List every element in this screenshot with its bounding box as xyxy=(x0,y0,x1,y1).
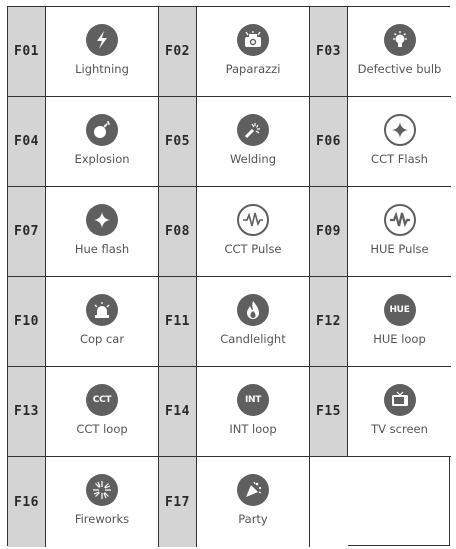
effect-cell-explosion[interactable]: Explosion xyxy=(46,97,159,187)
effect-code: F12 xyxy=(310,277,348,367)
effect-cell-cct-loop[interactable]: CCT CCT loop xyxy=(46,367,159,457)
effect-code: F09 xyxy=(310,187,348,277)
effect-code: F03 xyxy=(310,7,348,97)
effect-label: Welding xyxy=(229,152,277,166)
pulse-icon xyxy=(383,204,416,236)
effect-label: Party xyxy=(238,512,268,526)
effect-label: Paparazzi xyxy=(225,62,281,76)
lightning-icon xyxy=(86,24,118,56)
effect-cell-welding[interactable]: Welding xyxy=(197,97,310,187)
effect-label: Fireworks xyxy=(74,512,130,526)
effect-cell-cct-flash[interactable]: CCT Flash xyxy=(348,97,451,187)
effect-label: Cop car xyxy=(79,332,125,346)
effect-label: Explosion xyxy=(74,152,130,166)
flame-icon xyxy=(237,294,269,326)
cct-icon: CCT xyxy=(86,384,118,416)
effect-cell-cct-pulse[interactable]: CCT Pulse xyxy=(197,187,310,277)
effect-cell-int-loop[interactable]: INT INT loop xyxy=(197,367,310,457)
effect-cell-hue-pulse[interactable]: HUE Pulse xyxy=(348,187,451,277)
effect-cell-paparazzi[interactable]: Paparazzi xyxy=(197,7,310,97)
empty-cell xyxy=(310,457,348,547)
effect-code: F07 xyxy=(8,187,46,277)
effect-cell-defective-bulb[interactable]: Defective bulb xyxy=(348,7,451,97)
effect-cell-tv-screen[interactable]: TV screen xyxy=(348,367,451,457)
int-icon: INT xyxy=(237,384,269,416)
bomb-icon xyxy=(86,114,118,146)
effect-code: F02 xyxy=(159,7,197,97)
effect-label: CCT Pulse xyxy=(224,242,282,256)
effect-cell-fireworks[interactable]: Fireworks xyxy=(46,457,159,547)
effect-code: F13 xyxy=(8,367,46,457)
effect-code: F14 xyxy=(159,367,197,457)
effect-cell-party[interactable]: Party xyxy=(197,457,310,547)
effect-cell-hue-loop[interactable]: HUE HUE loop xyxy=(348,277,451,367)
effect-code: F17 xyxy=(159,457,197,547)
effect-cell-lightning[interactable]: Lightning xyxy=(46,7,159,97)
camera-icon xyxy=(237,24,269,56)
party-icon xyxy=(237,474,269,506)
fireworks-icon xyxy=(86,474,118,506)
effect-code: F08 xyxy=(159,187,197,277)
effect-code: F11 xyxy=(159,277,197,367)
effect-code: F05 xyxy=(159,97,197,187)
effect-code: F10 xyxy=(8,277,46,367)
effect-label: CCT loop xyxy=(76,422,128,436)
hue-icon: HUE xyxy=(383,294,416,326)
siren-icon xyxy=(86,294,118,326)
effect-label: CCT Flash xyxy=(371,152,428,166)
sparkle-icon xyxy=(383,114,416,146)
effect-code: F15 xyxy=(310,367,348,457)
effect-cell-cop-car[interactable]: Cop car xyxy=(46,277,159,367)
bulb-icon xyxy=(383,24,416,56)
effect-code: F06 xyxy=(310,97,348,187)
effect-code: F01 xyxy=(8,7,46,97)
pulse-icon xyxy=(237,204,269,236)
effects-table: F01 Lightning F02 Paparazzi F03 Defectiv… xyxy=(7,6,451,547)
effect-label: Hue flash xyxy=(74,242,130,256)
tv-icon xyxy=(383,384,416,416)
effect-cell-hue-flash[interactable]: Hue flash xyxy=(46,187,159,277)
effect-label: INT loop xyxy=(229,422,277,436)
effect-label: Defective bulb xyxy=(357,62,442,76)
welding-icon xyxy=(237,114,269,146)
effect-label: Lightning xyxy=(75,62,129,76)
sparkle-icon xyxy=(86,204,118,236)
effect-label: Candlelight xyxy=(220,332,286,346)
effect-label: TV screen xyxy=(371,422,428,436)
effect-code: F16 xyxy=(8,457,46,547)
effect-label: HUE loop xyxy=(373,332,426,346)
effect-cell-candlelight[interactable]: Candlelight xyxy=(197,277,310,367)
effect-code: F04 xyxy=(8,97,46,187)
effect-label: HUE Pulse xyxy=(370,242,429,256)
